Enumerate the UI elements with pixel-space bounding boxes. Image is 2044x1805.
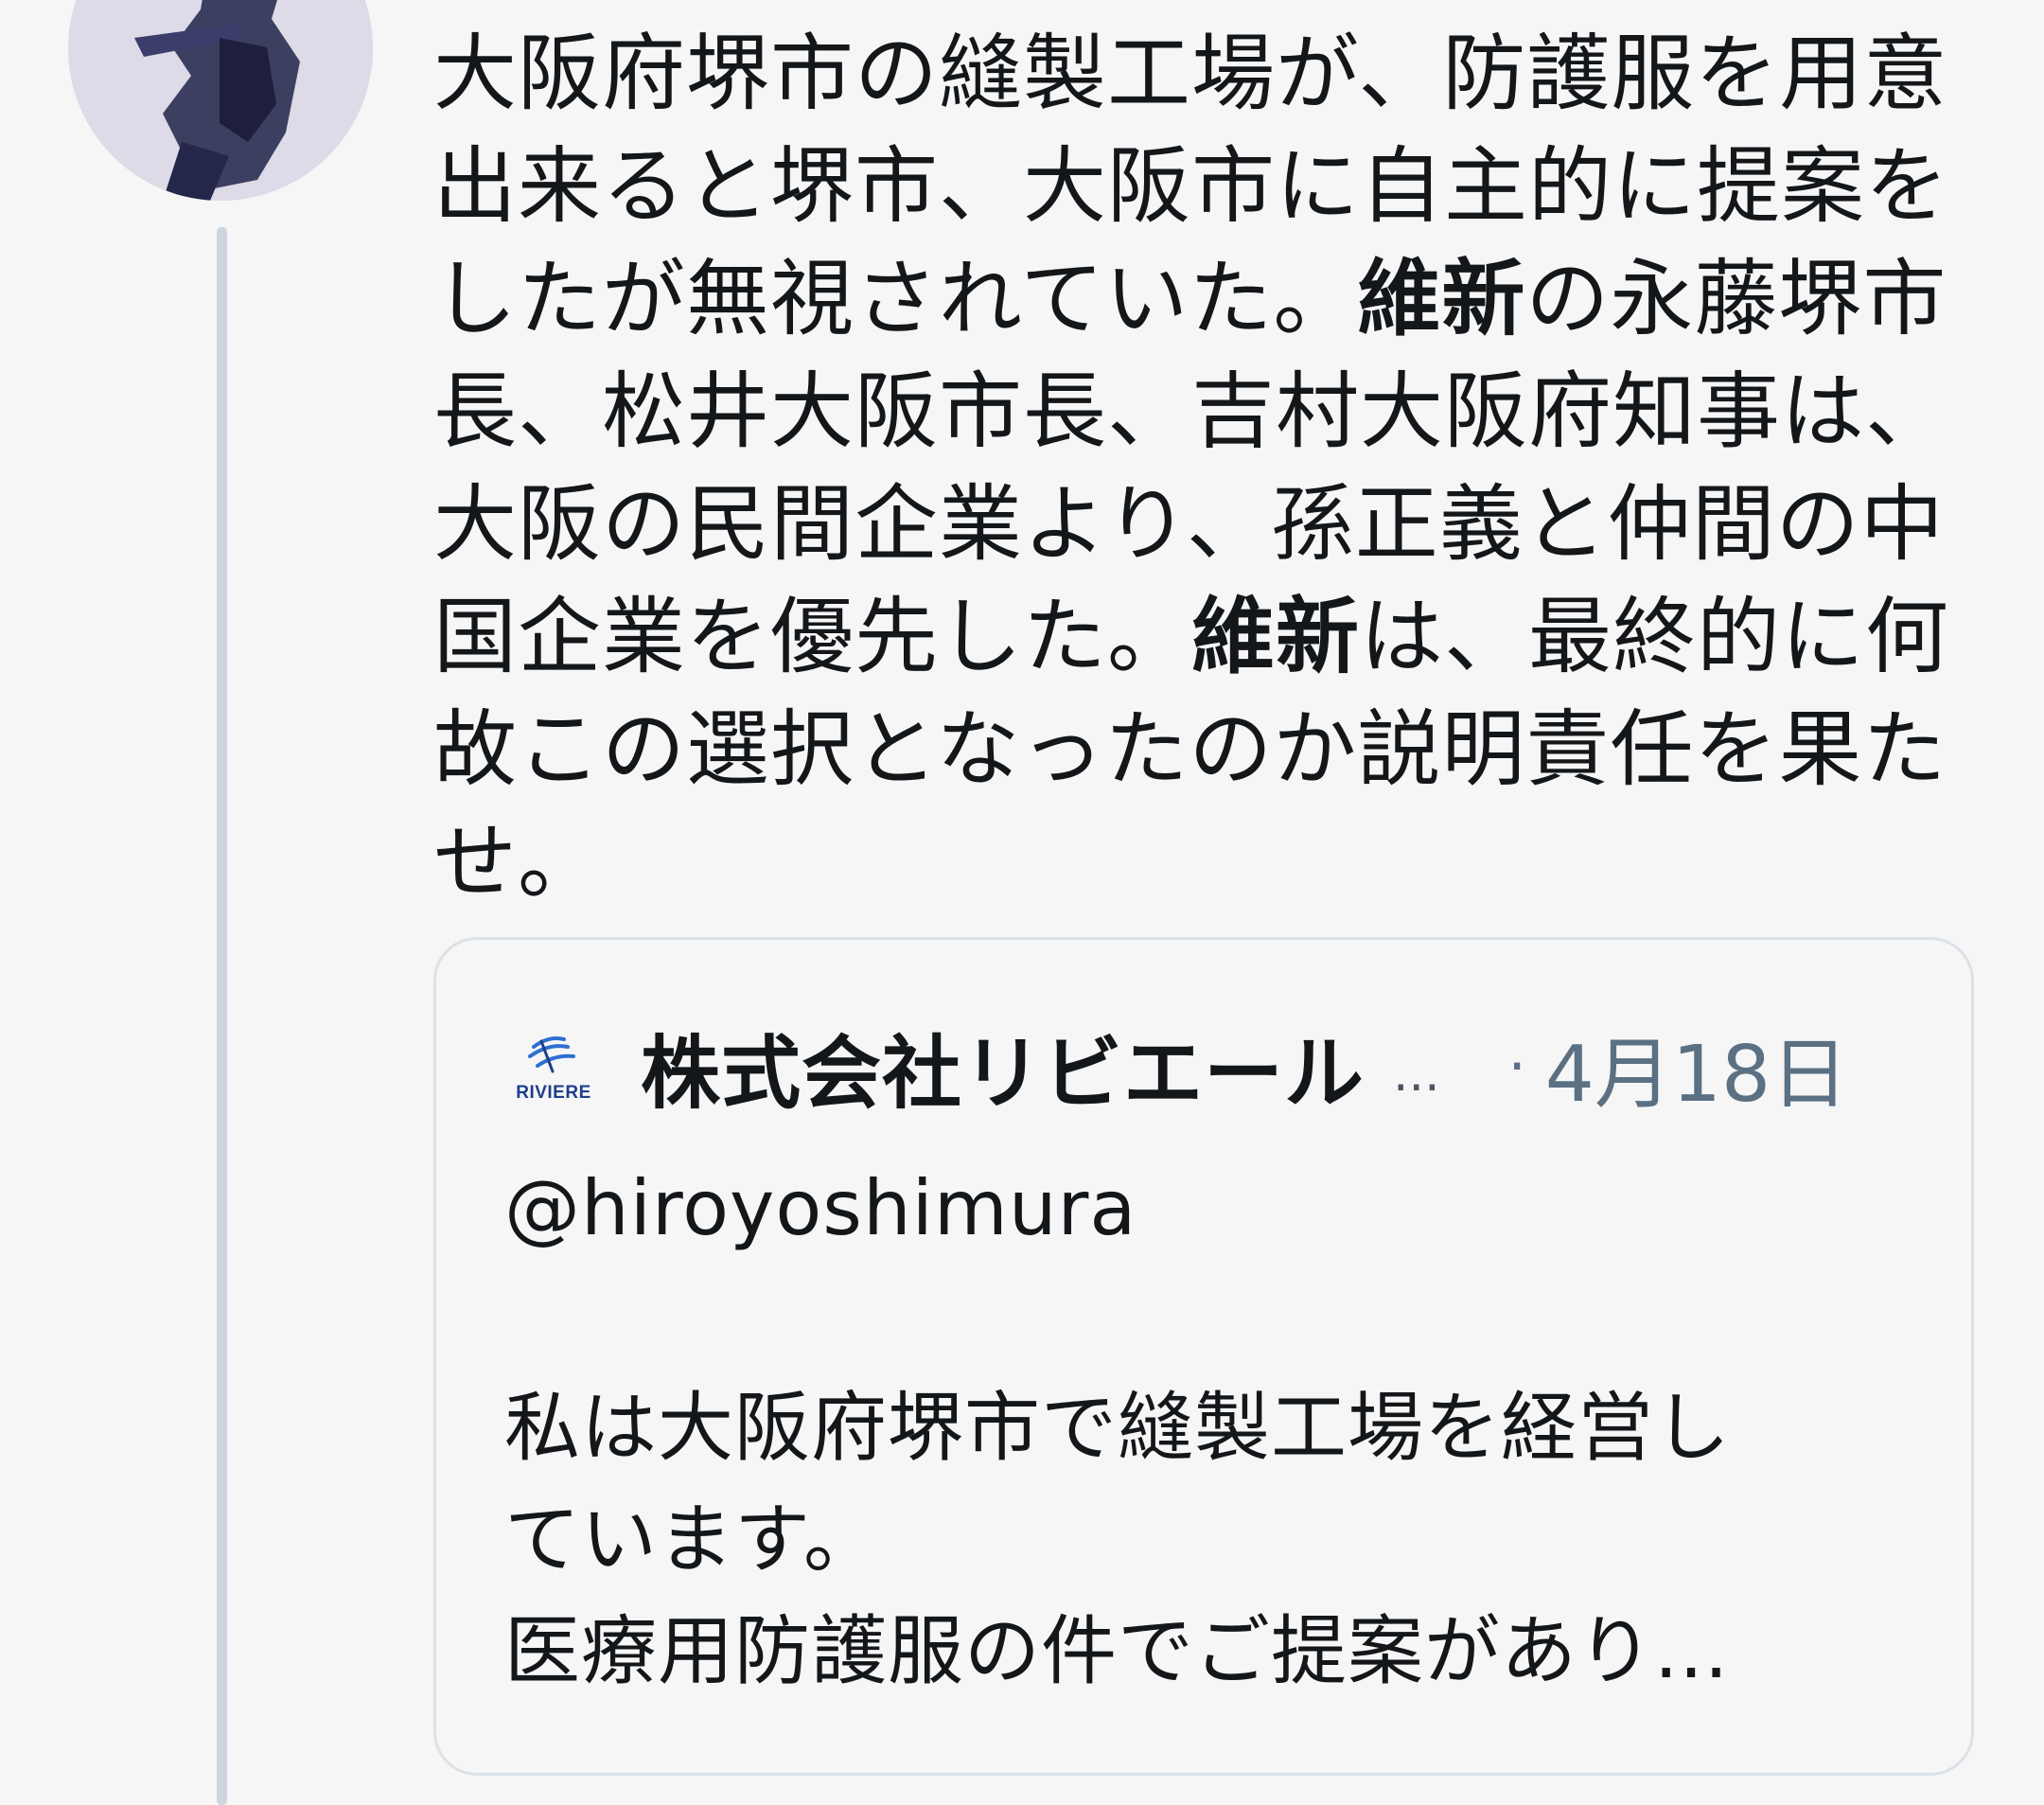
tweet-text-line: 長、松井大阪市長、吉村大阪府知事は、 — [433, 355, 1985, 468]
quoted-author-avatar[interactable]: RIVIERE — [510, 1023, 597, 1110]
quoted-mention: @hiroyoshimura — [504, 1164, 1137, 1252]
tweet-text-line: 故この選択となったのか説明責任を果た — [433, 693, 1985, 805]
brand-logo-text: RIVIERE — [516, 1083, 591, 1103]
text-segment: せ。 — [433, 813, 603, 911]
text-segment: 国企業を優先した。 — [433, 588, 1192, 685]
text-segment: の永藤堺市 — [1525, 250, 1947, 347]
quoted-tweet-card[interactable]: RIVIERE 株式会社リビエール ... · 4月18日 @hiroyoshi… — [433, 937, 1974, 1776]
text-segment: 出来ると堺市、大阪市に自主的に提案を — [433, 137, 1950, 235]
text-segment: 故この選択となったのか説明責任を果た — [433, 700, 1947, 798]
text-segment: は、最終的に何 — [1360, 588, 1950, 685]
text-segment: 長、松井大阪市長、吉村大阪府知事は、 — [433, 363, 1950, 460]
text-segment: したが無視されていた。 — [433, 250, 1358, 347]
avatar-image — [68, 0, 373, 201]
riviere-wave-logo-icon — [528, 1036, 575, 1073]
header-separator: · — [1507, 1034, 1526, 1100]
quoted-tweet-header: RIVIERE 株式会社リビエール ... · 4月18日 — [510, 1014, 1848, 1120]
quoted-tweet-date[interactable]: 4月18日 — [1545, 1011, 1849, 1124]
tweet-text-line: 出来ると堺市、大阪市に自主的に提案を — [433, 130, 1985, 242]
tweet-thread-view: 大阪府堺市の縫製工場が、防護服を用意 出来ると堺市、大阪市に自主的に提案を したが無… — [0, 0, 2044, 1805]
bold-keyword: 維新 — [1357, 250, 1526, 347]
text-segment: 大阪の民間企業より、孫正義と仲間の中 — [433, 475, 1945, 573]
tweet-text-line: 大阪の民間企業より、孫正義と仲間の中 — [433, 468, 1985, 580]
tweet-text-line: 大阪府堺市の縫製工場が、防護服を用意 — [433, 17, 1985, 130]
tweet-text-line: したが無視されていた。維新の永藤堺市 — [433, 242, 1985, 355]
author-avatar[interactable] — [68, 0, 373, 201]
thread-connector-line — [217, 227, 227, 1805]
tweet-body-text: 大阪府堺市の縫製工場が、防護服を用意 出来ると堺市、大阪市に自主的に提案を したが無… — [433, 17, 1985, 918]
tweet-text-line: せ。 — [433, 805, 1985, 918]
name-truncation: ... — [1393, 1046, 1440, 1103]
quoted-author-name[interactable]: 株式会社リビエール — [641, 1010, 1365, 1124]
bold-keyword: 維新 — [1191, 588, 1361, 685]
quoted-body-line: 私は大阪府堺市で縫製工場を経営し — [504, 1384, 1731, 1472]
quoted-body-line: ています。 — [504, 1495, 880, 1584]
tweet-text-line: 国企業を優先した。維新は、最終的に何 — [433, 580, 1985, 693]
text-segment: 大阪府堺市の縫製工場が、防護服を用意 — [433, 25, 1948, 122]
quoted-body-line: 医療用防護服の件でご提案があり... — [504, 1607, 1730, 1695]
quoted-tweet-body: @hiroyoshimura 私は大阪府堺市で縫製工場を経営し ています。 医療… — [504, 1153, 1924, 1708]
